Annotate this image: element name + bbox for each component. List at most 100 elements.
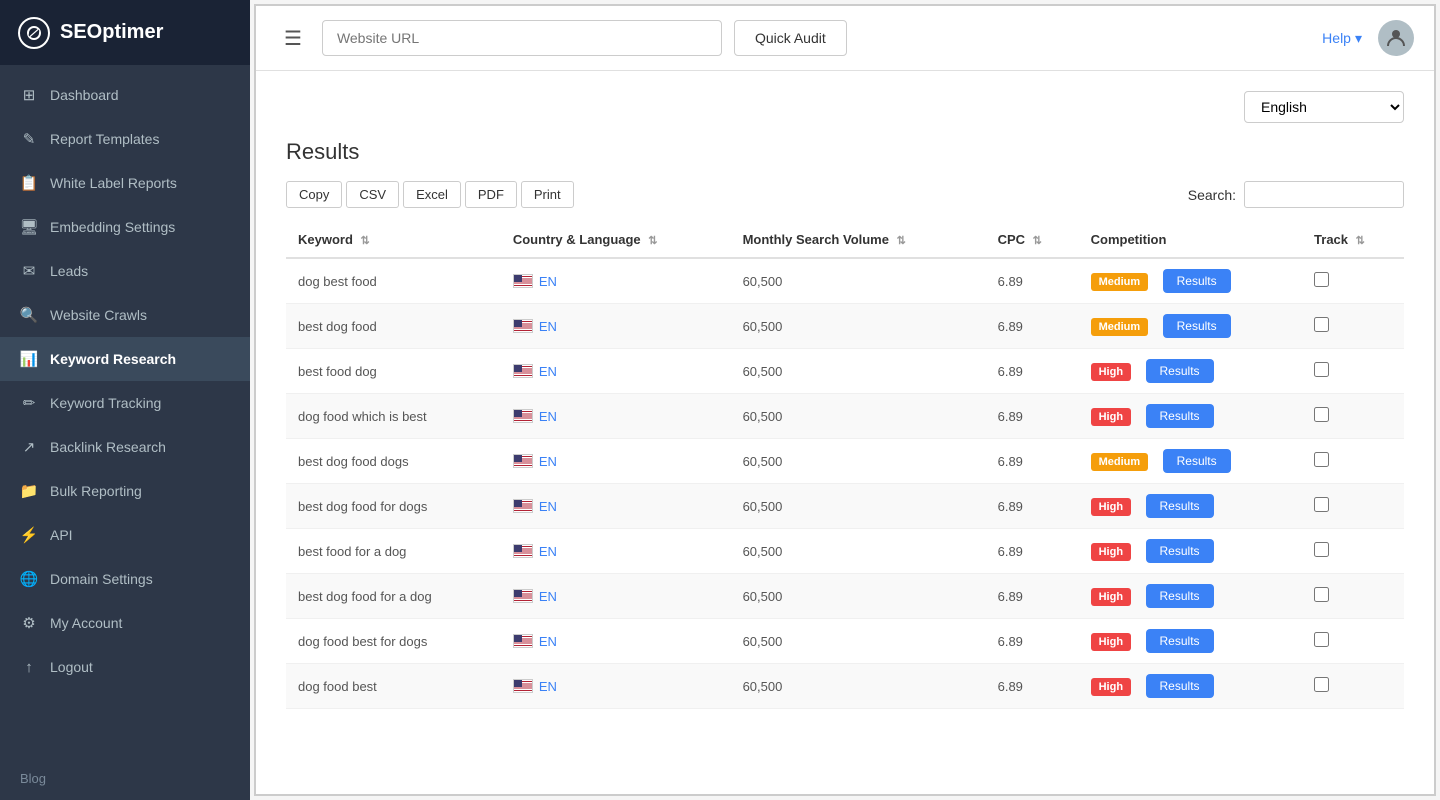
sort-icon-keyword[interactable]: ⇅ [361, 235, 370, 247]
cell-competition: High Results [1079, 664, 1302, 709]
sidebar-item-my-account[interactable]: ⚙ My Account [0, 601, 250, 645]
results-button[interactable]: Results [1163, 269, 1231, 293]
lang-link[interactable]: EN [539, 589, 557, 604]
lang-link[interactable]: EN [539, 634, 557, 649]
sort-icon-cpc[interactable]: ⇅ [1033, 235, 1042, 247]
table-header: Keyword ⇅ Country & Language ⇅ Monthly S… [286, 222, 1404, 258]
sidebar-item-keyword-research[interactable]: 📊 Keyword Research [0, 337, 250, 381]
lang-link[interactable]: EN [539, 364, 557, 379]
results-button[interactable]: Results [1163, 314, 1231, 338]
sidebar-item-bulk-reporting[interactable]: 📁 Bulk Reporting [0, 469, 250, 513]
hamburger-menu-icon[interactable]: ☰ [276, 22, 310, 55]
col-cpc: CPC ⇅ [986, 222, 1079, 258]
export-copy-button[interactable]: Copy [286, 181, 342, 208]
lang-link[interactable]: EN [539, 679, 557, 694]
lang-link[interactable]: EN [539, 454, 557, 469]
cell-volume: 60,500 [731, 304, 986, 349]
quick-audit-button[interactable]: Quick Audit [734, 20, 847, 56]
track-checkbox[interactable] [1314, 317, 1329, 332]
cell-volume: 60,500 [731, 349, 986, 394]
results-button[interactable]: Results [1146, 584, 1214, 608]
sidebar-item-leads[interactable]: ✉ Leads [0, 249, 250, 293]
sidebar-label-dashboard: Dashboard [50, 87, 119, 103]
sidebar-item-white-label-reports[interactable]: 📋 White Label Reports [0, 161, 250, 205]
table-row: dog best food EN 60,500 6.89 Medium Resu… [286, 258, 1404, 304]
cell-track [1302, 664, 1404, 709]
main-content: ☰ Quick Audit Help ▾ EnglishSpanishFrenc… [254, 4, 1436, 796]
table-row: best dog food dogs EN 60,500 6.89 Medium… [286, 439, 1404, 484]
sidebar-item-website-crawls[interactable]: 🔍 Website Crawls [0, 293, 250, 337]
export-excel-button[interactable]: Excel [403, 181, 461, 208]
lang-link[interactable]: EN [539, 274, 557, 289]
cell-track [1302, 484, 1404, 529]
sort-icon-volume[interactable]: ⇅ [897, 235, 906, 247]
lang-link[interactable]: EN [539, 499, 557, 514]
cell-track [1302, 304, 1404, 349]
track-checkbox[interactable] [1314, 542, 1329, 557]
track-checkbox[interactable] [1314, 632, 1329, 647]
export-csv-button[interactable]: CSV [346, 181, 399, 208]
cell-competition: High Results [1079, 484, 1302, 529]
sidebar-item-keyword-tracking[interactable]: ✏ Keyword Tracking [0, 381, 250, 425]
results-button[interactable]: Results [1146, 629, 1214, 653]
sidebar-navigation: ⊞ Dashboard ✎ Report Templates 📋 White L… [0, 65, 250, 757]
lang-link[interactable]: EN [539, 544, 557, 559]
logo-icon [18, 17, 50, 49]
track-checkbox[interactable] [1314, 407, 1329, 422]
nav-icon-backlink-research: ↗ [20, 438, 38, 456]
sidebar-label-report-templates: Report Templates [50, 131, 159, 147]
cell-country-lang: EN [501, 394, 731, 439]
track-checkbox[interactable] [1314, 362, 1329, 377]
track-checkbox[interactable] [1314, 272, 1329, 287]
results-button[interactable]: Results [1146, 494, 1214, 518]
website-url-input[interactable] [322, 20, 722, 56]
logo-text: SEOptimer [60, 21, 163, 44]
sidebar-item-logout[interactable]: ↑ Logout [0, 645, 250, 689]
results-table: Keyword ⇅ Country & Language ⇅ Monthly S… [286, 222, 1404, 709]
track-checkbox[interactable] [1314, 497, 1329, 512]
results-button[interactable]: Results [1146, 404, 1214, 428]
track-checkbox[interactable] [1314, 677, 1329, 692]
sidebar-item-dashboard[interactable]: ⊞ Dashboard [0, 73, 250, 117]
sidebar-item-api[interactable]: ⚡ API [0, 513, 250, 557]
help-button[interactable]: Help ▾ [1322, 30, 1362, 47]
nav-icon-embedding-settings: 🖥 [20, 218, 38, 236]
results-button[interactable]: Results [1163, 449, 1231, 473]
sort-icon-track[interactable]: ⇅ [1356, 235, 1365, 247]
cell-cpc: 6.89 [986, 619, 1079, 664]
competition-badge: Medium [1091, 273, 1149, 291]
cell-cpc: 6.89 [986, 439, 1079, 484]
sidebar-item-embedding-settings[interactable]: 🖥 Embedding Settings [0, 205, 250, 249]
cell-track [1302, 574, 1404, 619]
sidebar-blog-link[interactable]: Blog [0, 757, 250, 800]
lang-link[interactable]: EN [539, 319, 557, 334]
cell-country-lang: EN [501, 304, 731, 349]
export-print-button[interactable]: Print [521, 181, 574, 208]
track-checkbox[interactable] [1314, 452, 1329, 467]
cell-cpc: 6.89 [986, 258, 1079, 304]
search-input[interactable] [1244, 181, 1404, 208]
results-button[interactable]: Results [1146, 359, 1214, 383]
table-row: best dog food for a dog EN 60,500 6.89 H… [286, 574, 1404, 619]
sidebar-item-domain-settings[interactable]: 🌐 Domain Settings [0, 557, 250, 601]
cell-track [1302, 349, 1404, 394]
language-select[interactable]: EnglishSpanishFrenchGerman [1244, 91, 1404, 123]
sidebar-logo[interactable]: SEOptimer [0, 0, 250, 65]
export-pdf-button[interactable]: PDF [465, 181, 517, 208]
nav-icon-website-crawls: 🔍 [20, 306, 38, 324]
sidebar-label-my-account: My Account [50, 615, 122, 631]
lang-link[interactable]: EN [539, 409, 557, 424]
sidebar-item-report-templates[interactable]: ✎ Report Templates [0, 117, 250, 161]
sort-icon-country[interactable]: ⇅ [648, 235, 657, 247]
sidebar-label-keyword-research: Keyword Research [50, 351, 176, 367]
cell-keyword: best food dog [286, 349, 501, 394]
competition-badge: High [1091, 633, 1131, 651]
sidebar-item-backlink-research[interactable]: ↗ Backlink Research [0, 425, 250, 469]
sidebar-label-logout: Logout [50, 659, 93, 675]
track-checkbox[interactable] [1314, 587, 1329, 602]
results-button[interactable]: Results [1146, 674, 1214, 698]
nav-icon-leads: ✉ [20, 262, 38, 280]
user-avatar[interactable] [1378, 20, 1414, 56]
table-row: best food dog EN 60,500 6.89 High Result… [286, 349, 1404, 394]
results-button[interactable]: Results [1146, 539, 1214, 563]
